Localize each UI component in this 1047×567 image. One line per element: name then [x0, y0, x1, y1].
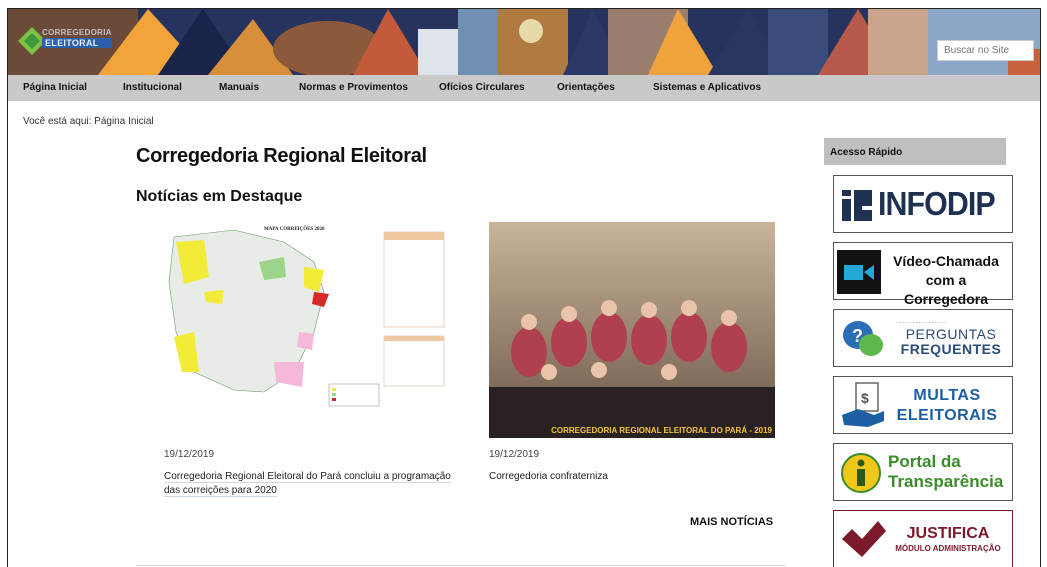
video-label-line1: Vídeo-Chamada [893, 253, 999, 269]
money-hand-icon: $ [842, 382, 884, 427]
justifica-label: JUSTIFICA MÓDULO ADMINISTRAÇÃO [884, 525, 1012, 555]
quick-link-video-chamada[interactable]: Vídeo-Chamada com a Corregedora [833, 242, 1013, 307]
news-date-2: 19/12/2019 [489, 449, 540, 460]
perguntas-label-line1: PERGUNTAS [905, 326, 997, 342]
logo-line2: ELEITORAL [42, 38, 112, 48]
portal-label-line1: Portal da [888, 452, 961, 471]
news-title-1-text[interactable]: Corregedoria Regional Eleitoral do Pará … [164, 471, 451, 497]
info-icon [841, 453, 881, 493]
infodip-label: INFODIP [878, 185, 996, 222]
quick-link-infodip[interactable]: INFODIP [833, 175, 1013, 233]
dots-decoration: ................ [896, 316, 948, 325]
nav-item-pagina-inicial[interactable]: Página Inicial [23, 82, 87, 93]
news-date-1: 19/12/2019 [164, 449, 215, 460]
section-title: Notícias em Destaque [136, 188, 303, 205]
breadcrumb-current[interactable]: Página Inicial [94, 116, 153, 127]
news-title-2[interactable]: Corregedoria confraterniza [489, 470, 779, 484]
multas-label-line1: MULTAS [913, 387, 981, 404]
site-logo[interactable]: CORREGEDORIA ELEITORAL [18, 21, 118, 61]
svg-text:?: ? [852, 326, 863, 346]
quick-link-justifica[interactable]: JUSTIFICA MÓDULO ADMINISTRAÇÃO [833, 510, 1013, 567]
news-image-map[interactable]: MAPA CORREIÇÕES 2020 [164, 222, 450, 412]
nav-item-normas[interactable]: Normas e Provimentos [299, 82, 408, 93]
video-label: Vídeo-Chamada com a Corregedora [882, 252, 1010, 309]
news-title-1[interactable]: Corregedoria Regional Eleitoral do Pará … [164, 470, 464, 498]
search-input[interactable] [937, 40, 1034, 61]
header-banner: CORREGEDORIA ELEITORAL [8, 9, 1040, 75]
nav-item-sistemas[interactable]: Sistemas e Aplicativos [653, 82, 761, 93]
video-label-line2: com a Corregedora [903, 272, 989, 307]
quick-link-portal-transparencia[interactable]: Portal da Transparência [833, 443, 1013, 501]
page-title: Corregedoria Regional Eleitoral [136, 145, 427, 167]
portal-label-line2: Transparência [888, 472, 1004, 491]
justifica-label-line2: MÓDULO ADMINISTRAÇÃO [895, 544, 1001, 553]
more-news-link[interactable]: MAIS NOTÍCIAS [690, 516, 773, 528]
perguntas-label-line2: FREQUENTES [900, 341, 1002, 357]
breadcrumb: Você está aqui: Página Inicial [23, 116, 154, 127]
news-image-group-photo[interactable]: CORREGEDORIA REGIONAL ELEITORAL DO PARÁ … [489, 222, 775, 438]
portal-label: Portal da Transparência [888, 452, 1003, 492]
divider [136, 565, 786, 566]
quick-link-multas-eleitorais[interactable]: $ MULTAS ELEITORAIS [833, 376, 1013, 434]
question-bubbles-icon: ? [843, 321, 883, 356]
checkmark-icon [842, 521, 886, 557]
banner-collage [8, 9, 1040, 75]
multas-label-line2: ELEITORAIS [896, 407, 998, 424]
breadcrumb-prefix: Você está aqui: [23, 116, 95, 127]
logo-line1: CORREGEDORIA [42, 28, 112, 37]
video-camera-icon [837, 250, 881, 294]
main-nav: Página Inicial Institucional Manuais Nor… [8, 75, 1040, 101]
browser-page: CORREGEDORIA ELEITORAL Página Inicial In… [7, 8, 1041, 567]
multas-label: MULTAS ELEITORAIS [884, 386, 1010, 426]
quick-link-perguntas-frequentes[interactable]: ? ................ PERGUNTAS FREQUENTES [833, 309, 1013, 367]
logo-text: CORREGEDORIA ELEITORAL [42, 28, 112, 48]
news-title-2-text[interactable]: Corregedoria confraterniza [489, 471, 608, 482]
photo-caption: CORREGEDORIA REGIONAL ELEITORAL DO PARÁ … [551, 426, 772, 435]
svg-text:$: $ [861, 390, 869, 406]
nav-item-oficios[interactable]: Ofícios Circulares [439, 82, 525, 93]
nav-item-institucional[interactable]: Institucional [123, 82, 182, 93]
justifica-label-line1: JUSTIFICA [906, 525, 990, 542]
quick-access-header: Acesso Rápido [824, 138, 1006, 165]
map-caption: MAPA CORREIÇÕES 2020 [264, 226, 325, 232]
nav-item-manuais[interactable]: Manuais [219, 82, 259, 93]
perguntas-label: PERGUNTAS FREQUENTES [896, 327, 1006, 357]
nav-item-orientacoes[interactable]: Orientações [557, 82, 615, 93]
